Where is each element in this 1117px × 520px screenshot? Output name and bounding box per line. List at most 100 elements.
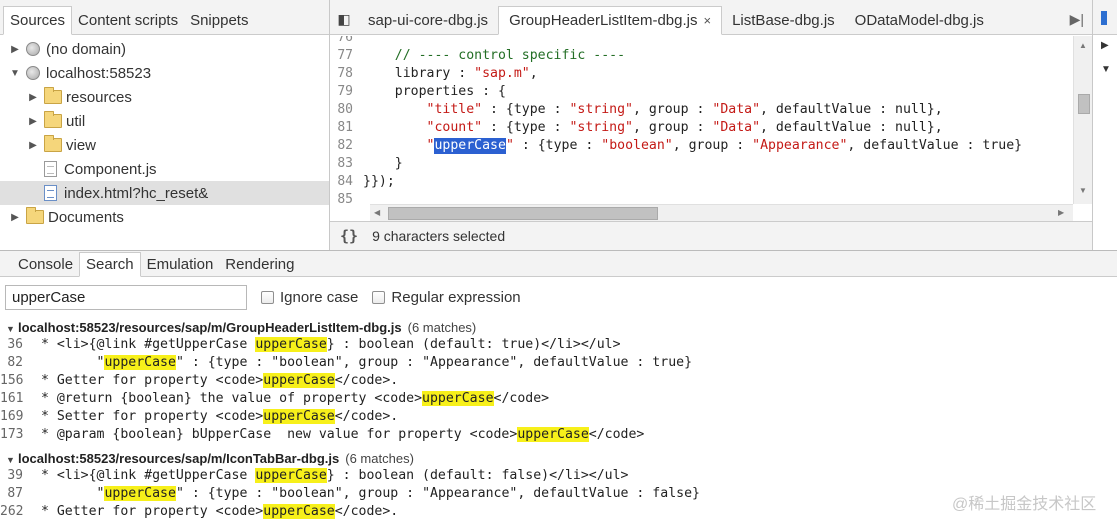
folder-icon — [44, 111, 62, 128]
tree-item-label: index.html?hc_reset& — [64, 184, 209, 202]
code-area[interactable]: 76 77 // ---- control specific ---- 78 lib… — [330, 36, 1073, 204]
search-result-line[interactable]: 36 * <li>{@link #getUpperCase upperCase}… — [0, 336, 621, 354]
result-text: </code>. — [334, 409, 399, 424]
collapse-arrow-icon[interactable]: ▼ — [1101, 64, 1111, 75]
code-token: : {type : — [513, 138, 602, 153]
ignore-case-checkbox[interactable]: Ignore case — [261, 289, 358, 306]
code-token: , — [529, 66, 538, 81]
scroll-right-icon[interactable]: ▶ — [1058, 208, 1064, 217]
result-text: </code> — [493, 391, 550, 406]
collapse-arrow-icon[interactable]: ▼ — [10, 68, 20, 79]
search-result-line[interactable]: 173 * @param {boolean} bUpperCase new va… — [0, 426, 644, 444]
editor-tab-odatamodel[interactable]: ODataModel-dbg.js — [845, 12, 994, 34]
code-line: 76 — [330, 36, 1073, 47]
line-number[interactable]: 78 — [330, 65, 363, 83]
navigator-tabbar: Sources Content scripts Snippets — [0, 0, 329, 35]
expand-arrow-icon[interactable]: ▶ — [1101, 40, 1109, 51]
match-highlight: upperCase — [263, 409, 335, 424]
result-file-header[interactable]: ▼ localhost:58523/resources/sap/m/IconTab… — [0, 449, 414, 468]
selected-text: upperCase — [434, 138, 506, 154]
pause-icon[interactable] — [1101, 11, 1107, 25]
line-number: 161 — [0, 391, 24, 406]
scrollbar-thumb[interactable] — [1078, 94, 1090, 114]
line-number[interactable]: 79 — [330, 83, 363, 101]
result-text: </code>. — [334, 373, 399, 388]
line-number[interactable]: 77 — [330, 47, 363, 65]
search-input[interactable] — [5, 284, 247, 310]
result-file-header[interactable]: ▼ localhost:58523/resources/sap/m/GroupHe… — [0, 318, 476, 337]
editor-tab-sap-ui-core[interactable]: sap-ui-core-dbg.js — [358, 12, 498, 34]
search-result-line[interactable]: 156 * Getter for property <code>upperCas… — [0, 372, 398, 390]
expand-arrow-icon[interactable]: ▶ — [28, 92, 38, 103]
pretty-print-button[interactable]: {} — [330, 227, 372, 245]
line-number[interactable]: 81 — [330, 119, 363, 137]
tree-item[interactable]: ▶ resources — [0, 85, 329, 109]
close-tab-icon[interactable]: × — [704, 13, 712, 28]
search-toolbar: Ignore case Regular expression — [0, 277, 1117, 317]
tab-content-scripts[interactable]: Content scripts — [72, 12, 184, 34]
vertical-scrollbar[interactable]: ▲ ▼ — [1073, 36, 1092, 204]
result-text: * <li>{@link #getUpperCase — [33, 337, 256, 352]
code-token: }}); — [363, 174, 395, 189]
line-number[interactable]: 82 — [330, 137, 363, 155]
editor-status-bar: {} 9 characters selected — [330, 221, 1092, 250]
scrollbar-thumb[interactable] — [388, 207, 658, 220]
result-text: } : boolean (default: false)</li></ul> — [326, 468, 629, 483]
code-token: "Appearance" — [752, 138, 848, 153]
result-text: * @return {boolean} the value of propert… — [33, 391, 423, 406]
line-number[interactable]: 80 — [330, 101, 363, 119]
code-token: : {type : — [482, 102, 570, 117]
tree-item[interactable]: ▶ util — [0, 109, 329, 133]
checkbox-box[interactable] — [372, 290, 386, 304]
watermark: @稀土掘金技术社区 — [952, 496, 1097, 513]
expand-arrow-icon[interactable]: ▶ — [28, 116, 38, 127]
search-result-line[interactable]: 262 * Getter for property <code>upperCas… — [0, 503, 398, 520]
code-token: "Data" — [712, 102, 761, 117]
search-result-line[interactable]: 169 * Setter for property <code>upperCas… — [0, 408, 398, 426]
debugger-sidebar: ▶ ▼ — [1092, 0, 1117, 250]
checkbox-box[interactable] — [261, 290, 274, 304]
line-number[interactable]: 76 — [330, 36, 363, 47]
tab-sources[interactable]: Sources — [3, 6, 73, 35]
result-text: * <li>{@link #getUpperCase — [33, 468, 256, 483]
code-line: 80 "title" : {type : "string", group : "… — [330, 101, 1073, 119]
line-number[interactable]: 83 — [330, 155, 363, 173]
tab-rendering[interactable]: Rendering — [219, 256, 300, 276]
editor-tabbar: ◧ sap-ui-core-dbg.js GroupHeaderListItem… — [330, 0, 1092, 35]
expand-arrow-icon[interactable]: ▶ — [28, 140, 38, 151]
line-number[interactable]: 84 — [330, 173, 363, 191]
line-number[interactable]: 85 — [330, 191, 363, 204]
match-highlight: upperCase — [263, 373, 335, 388]
toggle-navigator-icon[interactable]: ◧ — [330, 11, 358, 34]
expand-arrow-icon[interactable]: ▶ — [10, 44, 20, 55]
editor-tab-listbase[interactable]: ListBase-dbg.js — [722, 12, 845, 34]
drawer-tabbar: Console Search Emulation Rendering — [0, 251, 1117, 277]
code-line: 85 — [330, 191, 1073, 204]
tree-item[interactable]: index.html?hc_reset& — [0, 181, 329, 205]
horizontal-scrollbar[interactable]: ◀ ▶ — [370, 204, 1073, 221]
search-result-line[interactable]: 39 * <li>{@link #getUpperCase upperCase}… — [0, 467, 628, 485]
scroll-up-icon[interactable]: ▲ — [1079, 41, 1087, 50]
globe-icon — [26, 42, 40, 56]
tree-item[interactable]: ▼ localhost:58523 — [0, 61, 329, 85]
result-text: </code>. — [334, 504, 399, 519]
tree-item[interactable]: Component.js — [0, 157, 329, 181]
code-token: "count" — [426, 120, 483, 135]
search-result-line[interactable]: 82 "upperCase" : {type : "boolean", grou… — [0, 354, 692, 372]
editor-tab-groupheaderlistitem[interactable]: GroupHeaderListItem-dbg.js × — [498, 6, 723, 35]
drawer-panel: Console Search Emulation Rendering Ignor… — [0, 250, 1117, 520]
scroll-left-icon[interactable]: ◀ — [374, 208, 380, 217]
search-result-line[interactable]: 161 * @return {boolean} the value of pro… — [0, 390, 549, 408]
regex-checkbox[interactable]: Regular expression — [372, 289, 521, 306]
tab-console[interactable]: Console — [12, 256, 79, 276]
tree-item[interactable]: ▶ (no domain) — [0, 37, 329, 61]
tree-item[interactable]: ▶ Documents — [0, 205, 329, 229]
tab-search[interactable]: Search — [79, 252, 141, 277]
more-tabs-icon[interactable]: ▶| — [1062, 11, 1092, 34]
search-result-line[interactable]: 87 "upperCase" : {type : "boolean", grou… — [0, 485, 700, 503]
tree-item[interactable]: ▶ view — [0, 133, 329, 157]
tab-snippets[interactable]: Snippets — [184, 12, 254, 34]
tab-emulation[interactable]: Emulation — [141, 256, 220, 276]
expand-arrow-icon[interactable]: ▶ — [10, 212, 20, 223]
scroll-down-icon[interactable]: ▼ — [1079, 186, 1087, 195]
